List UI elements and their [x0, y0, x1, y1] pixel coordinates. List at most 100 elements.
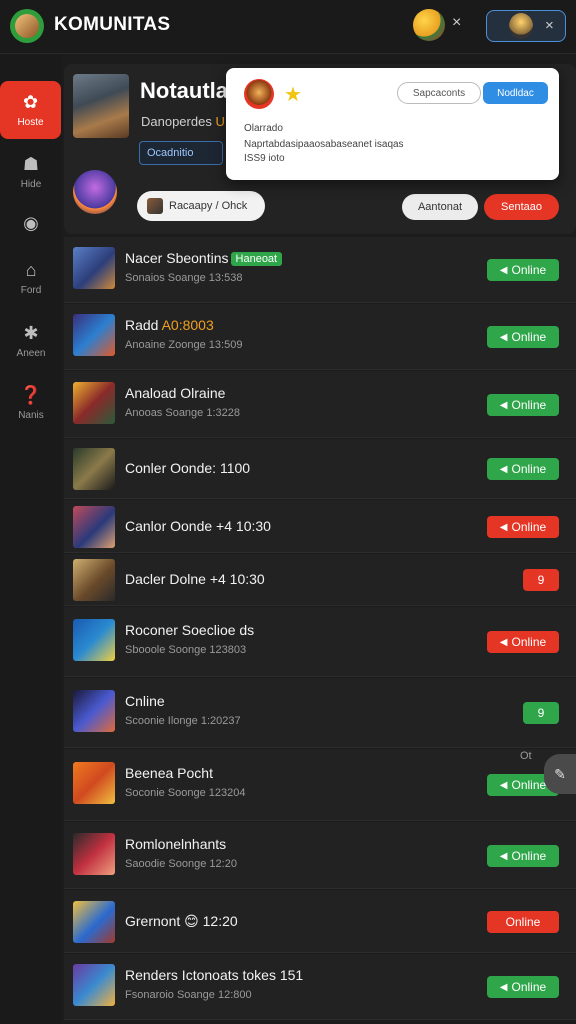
status-button[interactable]: ◀ Online	[487, 394, 559, 416]
status-button[interactable]: ◀ Online	[487, 631, 559, 653]
app-title: KOMUNITAS	[54, 14, 171, 35]
list-item[interactable]: Renders Ictonoats tokes 151 Fsonaroio Soa…	[64, 954, 576, 1020]
row-title-text: Conler Oonde: 1100	[125, 460, 251, 476]
status-button[interactable]: Online	[487, 911, 559, 933]
popup-outline-button[interactable]: Sapcaconts	[397, 82, 481, 104]
game-thumbnail	[73, 619, 115, 661]
app-logo[interactable]	[10, 9, 44, 43]
row-subtitle: Anooas Soange 1:3228	[125, 407, 240, 419]
row-subtitle: Saoodie Soonge 12:20	[125, 858, 237, 870]
status-button[interactable]: ◀ Online	[487, 326, 559, 348]
sidebar-item-label: Aneen	[16, 348, 46, 359]
list-item[interactable]: Nacer Sbeontins Haneoat Sonaios Soange 13:…	[64, 237, 576, 303]
row-title-text: Cnline	[125, 693, 165, 709]
popup-primary-button[interactable]: Nodldac	[483, 82, 548, 104]
sidebar-item-label: Nanis	[18, 410, 44, 421]
row-subtitle: Sbooole Soonge 123803	[125, 644, 247, 656]
row-title: Radd A0:8003	[125, 317, 214, 333]
status-button[interactable]: ◀ Online	[487, 845, 559, 867]
sidebar-item-community[interactable]: ✿ Hoste	[0, 81, 61, 139]
home-icon: ⌂	[25, 260, 37, 280]
row-title: Dacler Dolne +4 10:30	[125, 571, 265, 587]
game-thumbnail	[73, 901, 115, 943]
notification-pill[interactable]: ×	[486, 10, 566, 42]
chat-icon: ◉	[23, 212, 39, 233]
row-title-text: Nacer Sbeontins	[125, 250, 229, 266]
row-title-text: Canlor Oonde +4 10:30	[125, 518, 271, 534]
profile-avatar[interactable]	[413, 9, 445, 41]
list-item[interactable]: Roconer Soeclioe ds Sbooole Soonge 123803…	[64, 607, 576, 677]
status-label: 9	[537, 573, 545, 587]
row-title: Cnline	[125, 693, 165, 709]
edge-text: Ot	[520, 750, 532, 762]
row-title: Canlor Oonde +4 10:30	[125, 518, 271, 534]
row-subtitle: Sonaios Soange 13:538	[125, 272, 243, 284]
status-button[interactable]: ◀ Online	[487, 458, 559, 480]
list-item[interactable]: Romlonelnhants Saoodie Soonge 12:20 ◀ Onlin…	[64, 822, 576, 889]
community-subtitle: Danoperdes U	[141, 114, 225, 129]
sidebar-item-label: Ford	[20, 285, 42, 296]
secondary-button[interactable]: Aantonat	[402, 194, 478, 220]
list-item[interactable]: Dacler Dolne +4 10:30 9	[64, 554, 576, 606]
row-title: Beenea Pocht	[125, 765, 213, 781]
row-title: Renders Ictonoats tokes 151	[125, 967, 303, 983]
star-icon[interactable]: ★	[284, 82, 302, 107]
close-icon[interactable]: ×	[452, 14, 461, 32]
status-button[interactable]: ◀ Online	[487, 259, 559, 281]
popup-text: Naprtabdasipaaosabaseanet isaqas	[244, 139, 404, 150]
row-title: Roconer Soeclioe ds	[125, 622, 254, 638]
sidebar-item-home[interactable]: ⌂ Ford	[0, 249, 62, 307]
list-item[interactable]: Conler Oonde: 1100 ◀ Online	[64, 439, 576, 499]
list-item[interactable]: Radd A0:8003 Anoaine Zoonge 13:509 ◀ Online	[64, 304, 576, 370]
primary-button[interactable]: Sentaao	[484, 194, 559, 220]
help-icon: ❓	[19, 385, 43, 405]
row-subtitle: Scoonie Ilonge 1:20237	[125, 715, 241, 727]
row-title-text: Dacler Dolne +4 10:30	[125, 571, 265, 587]
sidebar-item-group[interactable]: ✱ Aneen	[0, 312, 62, 370]
status-arrow-icon: ◀	[499, 331, 508, 343]
logo-avatar-icon	[15, 14, 39, 38]
status-arrow-icon: ◀	[499, 264, 508, 276]
pill-close-icon[interactable]: ×	[545, 17, 554, 34]
row-title-accent: A0:8003	[161, 317, 214, 333]
status-button[interactable]: ◀ Online	[487, 516, 559, 538]
row-title: Conler Oonde: 1100	[125, 460, 250, 476]
row-title-text: Romlonelnhants	[125, 836, 227, 852]
sidebar-item-users[interactable]: ☗ Hide	[0, 143, 62, 201]
user-avatar[interactable]	[73, 170, 117, 214]
status-button[interactable]: ◀ Online	[487, 976, 559, 998]
popup-avatar	[244, 79, 274, 109]
status-label: 9	[537, 706, 545, 720]
row-title-text: Anaload Olraine	[125, 385, 226, 401]
row-title-text: Roconer Soeclioe ds	[125, 622, 255, 638]
edit-fab[interactable]: ✎	[544, 754, 576, 794]
sidebar-item-chat[interactable]: ◉	[0, 196, 62, 254]
status-label: Online	[511, 778, 547, 792]
list-item[interactable]: Beenea Pocht Soconie Soonge 123204 ◀ Online	[64, 749, 576, 821]
status-button[interactable]: 9	[523, 702, 559, 724]
subtitle-accent: U	[215, 114, 225, 129]
status-button[interactable]: 9	[523, 569, 559, 591]
status-label: Online	[511, 980, 547, 994]
row-subtitle: Anoaine Zoonge 13:509	[125, 339, 243, 351]
row-title-text: Radd	[125, 317, 162, 333]
status-arrow-icon: ◀	[499, 779, 508, 791]
game-thumbnail	[73, 833, 115, 875]
list-item[interactable]: Canlor Oonde +4 10:30 ◀ Online	[64, 500, 576, 553]
community-icon: ✿	[22, 92, 39, 112]
user-chip[interactable]: Racaapy / Ohck	[137, 191, 265, 221]
search-chip[interactable]: Ocadnitio	[139, 141, 223, 165]
row-title: Grernont 😊 12:20	[125, 913, 238, 930]
status-label: Online	[511, 398, 547, 412]
mascot-icon	[509, 13, 533, 39]
notification-popup: ★ Sapcaconts Nodldac Olarrado Naprtabdas…	[226, 68, 559, 180]
status-label: Online	[511, 520, 547, 534]
row-title-text: Beenea Pocht	[125, 765, 213, 781]
list-item[interactable]: Anaload Olraine Anooas Soange 1:3228 ◀ Onli…	[64, 371, 576, 438]
sidebar-item-help[interactable]: ❓ Nanis	[0, 374, 62, 432]
sidebar: ✿ Hoste ☗ Hide ◉ ⌂ Ford ✱ Aneen ❓ Nanis	[0, 54, 62, 1024]
list-item[interactable]: Cnline Scoonie Ilonge 1:20237 9	[64, 678, 576, 748]
list-item[interactable]: Grernont 😊 12:20 Online	[64, 890, 576, 953]
subtitle-text: Danoperdes	[141, 114, 216, 129]
row-title: Nacer Sbeontins Haneoat	[125, 250, 283, 266]
